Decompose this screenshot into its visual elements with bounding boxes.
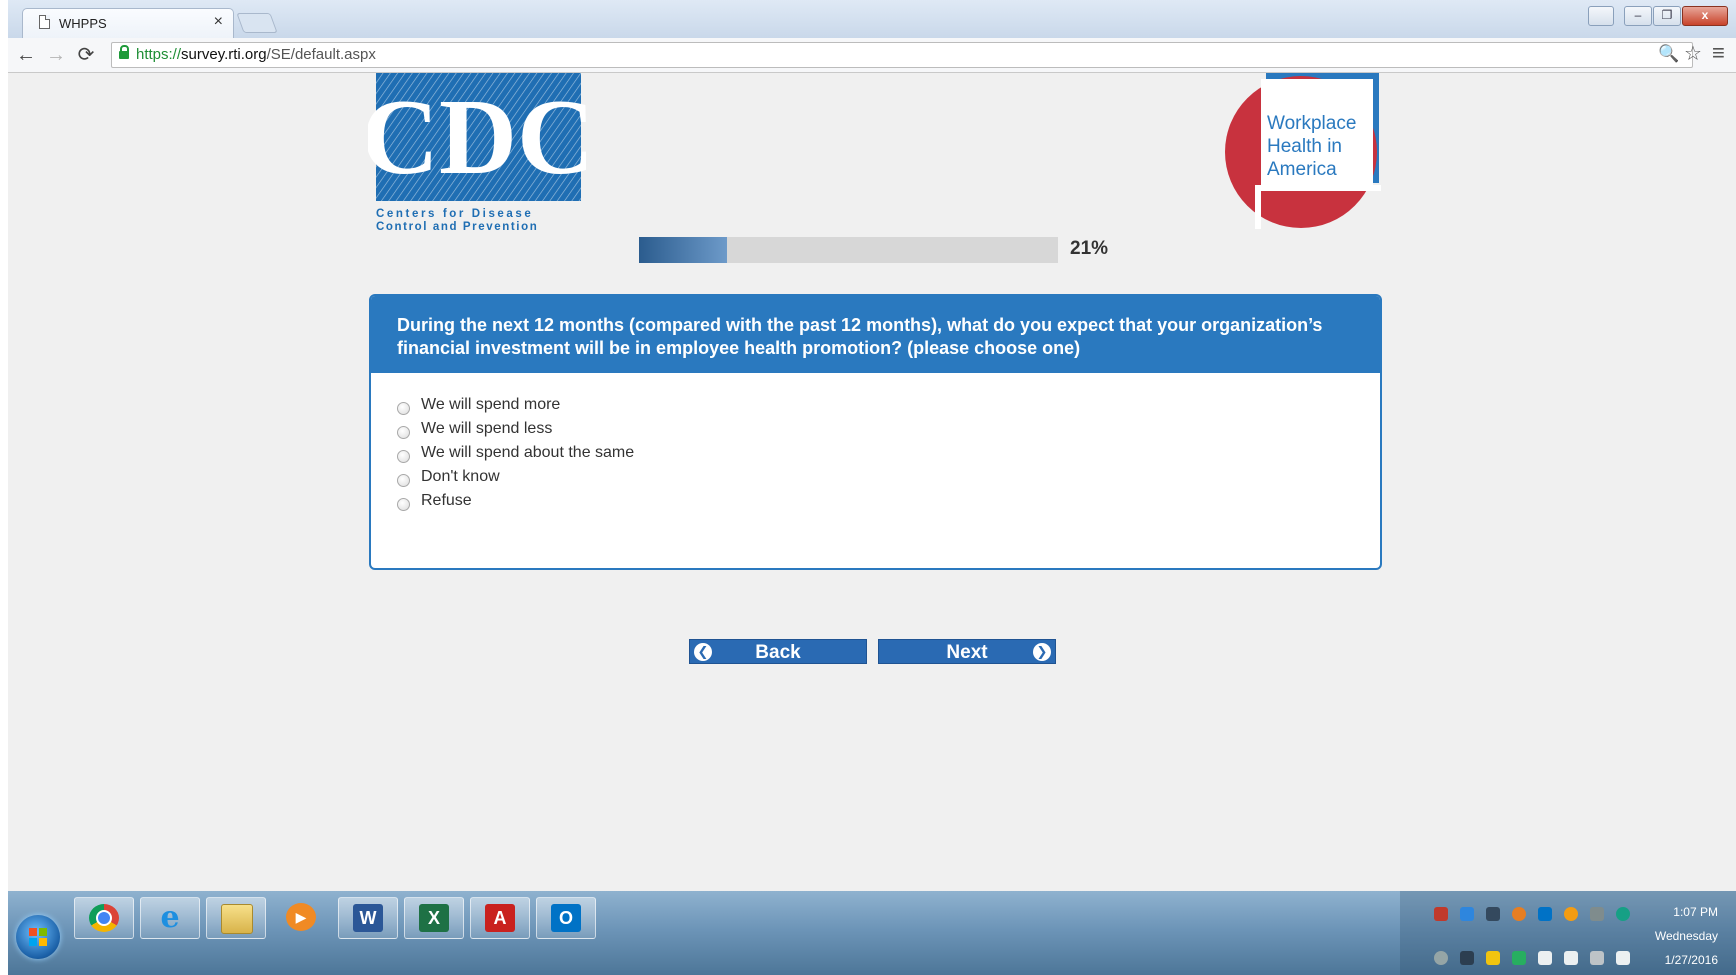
reload-icon[interactable]: ⟳ bbox=[74, 43, 98, 67]
profile-icon[interactable] bbox=[1588, 6, 1614, 26]
browser-titlebar: WHPPS × – ❐ x bbox=[8, 0, 1736, 38]
network-globe-icon[interactable] bbox=[1616, 907, 1630, 921]
zoom-icon[interactable]: 🔍 bbox=[1658, 44, 1679, 64]
chevron-left-icon: ❮ bbox=[694, 643, 712, 661]
option-label: We will spend more bbox=[421, 396, 561, 413]
option-refuse[interactable]: Refuse bbox=[371, 492, 472, 511]
restore-button[interactable]: ❐ bbox=[1653, 6, 1681, 26]
shield-tray-icon[interactable] bbox=[1590, 907, 1604, 921]
security-shield-icon[interactable] bbox=[1434, 907, 1448, 921]
word-icon[interactable]: W bbox=[338, 897, 398, 939]
url-path: /SE/default.aspx bbox=[266, 46, 376, 63]
lock-icon bbox=[119, 45, 129, 59]
sound-device-icon[interactable] bbox=[1486, 907, 1500, 921]
option-label: Don't know bbox=[421, 468, 500, 485]
clock-day[interactable]: Wednesday bbox=[1655, 929, 1718, 943]
close-window-button[interactable]: x bbox=[1682, 6, 1728, 26]
bluetooth-icon[interactable] bbox=[1460, 951, 1474, 965]
question-card: During the next 12 months (compared with… bbox=[369, 294, 1382, 570]
progress-bar bbox=[639, 237, 1058, 263]
windows-flag-icon bbox=[29, 928, 47, 946]
survey-page: CDC Centers for Disease Control and Prev… bbox=[8, 73, 1736, 891]
notification-icon[interactable] bbox=[1564, 907, 1578, 921]
action-center-flag-icon[interactable] bbox=[1538, 951, 1552, 965]
outlook-icon[interactable]: O bbox=[536, 897, 596, 939]
workplace-health-logo: Workplace Health in America bbox=[1225, 73, 1381, 229]
radio-button[interactable] bbox=[397, 450, 410, 463]
option-dont-know[interactable]: Don't know bbox=[371, 468, 500, 487]
url-text[interactable]: https://survey.rti.org/SE/default.aspx bbox=[136, 46, 376, 63]
back-button[interactable]: ❮ Back bbox=[689, 639, 867, 664]
taskbar: e ▶ W X A O 1:07 PM Wednesday 1/27/2016 bbox=[8, 891, 1736, 975]
battery-icon[interactable] bbox=[1564, 951, 1578, 965]
wha-line3: America bbox=[1267, 159, 1337, 180]
answer-options: We will spend more We will spend less We… bbox=[371, 373, 1380, 513]
question-text: During the next 12 months (compared with… bbox=[371, 296, 1380, 373]
acrobat-icon[interactable]: A bbox=[470, 897, 530, 939]
file-explorer-icon[interactable] bbox=[206, 897, 266, 939]
forward-nav-icon[interactable]: → bbox=[44, 43, 68, 67]
start-button[interactable] bbox=[16, 915, 60, 959]
option-label: Refuse bbox=[421, 492, 472, 509]
new-tab-button[interactable] bbox=[236, 13, 278, 33]
radio-button[interactable] bbox=[397, 498, 410, 511]
next-button-label: Next bbox=[946, 642, 988, 663]
page-icon bbox=[39, 15, 50, 29]
browser-toolbar: ← → ⟳ https://survey.rti.org/SE/default.… bbox=[8, 38, 1736, 73]
chrome-icon[interactable] bbox=[74, 897, 134, 939]
disk-icon[interactable] bbox=[1434, 951, 1448, 965]
clock-date[interactable]: 1/27/2016 bbox=[1665, 953, 1718, 967]
option-spend-more[interactable]: We will spend more bbox=[371, 396, 561, 415]
cdc-letters: CDC bbox=[368, 78, 586, 197]
minimize-button[interactable]: – bbox=[1624, 6, 1652, 26]
tab-close-icon[interactable]: × bbox=[214, 13, 223, 31]
back-nav-icon[interactable]: ← bbox=[14, 43, 38, 67]
radio-button[interactable] bbox=[397, 402, 410, 415]
option-spend-same[interactable]: We will spend about the same bbox=[371, 444, 635, 463]
cdc-tagline-line1: Centers for Disease bbox=[376, 208, 533, 220]
bookmark-star-icon[interactable]: ☆ bbox=[1684, 41, 1702, 66]
progress-percent: 21% bbox=[1070, 238, 1109, 259]
radio-button[interactable] bbox=[397, 474, 410, 487]
option-spend-less[interactable]: We will spend less bbox=[371, 420, 553, 439]
menu-icon[interactable]: ≡ bbox=[1712, 40, 1725, 66]
next-button[interactable]: Next ❯ bbox=[878, 639, 1056, 664]
wha-line1: Workplace bbox=[1267, 113, 1356, 134]
url-bar[interactable]: https://survey.rti.org/SE/default.aspx bbox=[111, 42, 1693, 68]
cdc-logo: CDC Centers for Disease Control and Prev… bbox=[368, 73, 586, 231]
progress-fill bbox=[639, 237, 727, 263]
update-icon[interactable] bbox=[1512, 907, 1526, 921]
option-label: We will spend less bbox=[421, 420, 553, 437]
back-button-label: Back bbox=[755, 642, 801, 663]
url-scheme: https:// bbox=[136, 46, 182, 63]
lock-tray-icon[interactable] bbox=[1486, 951, 1500, 965]
clock-time[interactable]: 1:07 PM bbox=[1673, 905, 1718, 919]
outlook-tray-icon[interactable] bbox=[1538, 907, 1552, 921]
tab-whpps[interactable]: WHPPS × bbox=[22, 8, 234, 38]
tab-title: WHPPS bbox=[59, 16, 107, 31]
volume-icon[interactable] bbox=[1616, 951, 1630, 965]
radio-button[interactable] bbox=[397, 426, 410, 439]
wha-line2: Health in bbox=[1267, 136, 1342, 157]
device-icon[interactable] bbox=[1512, 951, 1526, 965]
internet-explorer-icon[interactable]: e bbox=[140, 897, 200, 939]
media-player-icon[interactable]: ▶ bbox=[272, 897, 332, 939]
system-tray: 1:07 PM Wednesday 1/27/2016 bbox=[1400, 891, 1736, 975]
option-label: We will spend about the same bbox=[421, 444, 635, 461]
chevron-right-icon: ❯ bbox=[1033, 643, 1051, 661]
cloud-icon[interactable] bbox=[1460, 907, 1474, 921]
signal-icon[interactable] bbox=[1590, 951, 1604, 965]
url-host: survey.rti.org bbox=[181, 46, 267, 63]
excel-icon[interactable]: X bbox=[404, 897, 464, 939]
cdc-tagline-line2: Control and Prevention bbox=[376, 221, 538, 231]
